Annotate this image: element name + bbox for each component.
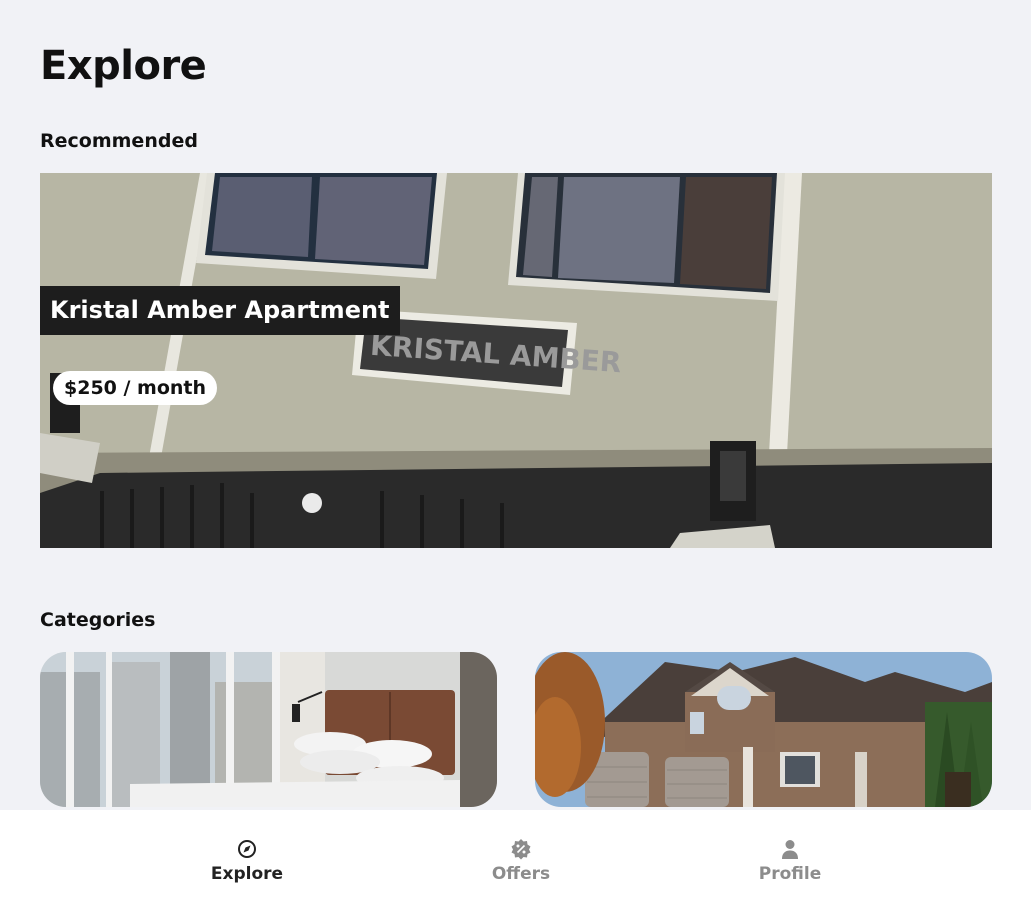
listing-title: Kristal Amber Apartment — [40, 286, 400, 335]
category-card-house[interactable] — [535, 652, 992, 807]
nav-label-profile: Profile — [758, 864, 822, 884]
nav-label-offers: Offers — [491, 864, 551, 884]
recommended-listing-card[interactable]: KRISTAL AMBER Kristal Amber Apartment $2… — [40, 173, 992, 548]
category-card-apartment[interactable] — [40, 652, 497, 807]
discount-badge-icon — [511, 839, 531, 860]
nav-item-offers[interactable]: Offers — [461, 838, 581, 884]
nav-item-profile[interactable]: Profile — [730, 838, 850, 884]
page-title: Explore — [40, 43, 207, 89]
nav-label-explore: Explore — [210, 864, 284, 884]
apartment-photo: KRISTAL AMBER — [40, 173, 992, 548]
person-icon — [782, 840, 798, 859]
categories-heading: Categories — [40, 609, 156, 631]
bottom-navigation: Explore Offers Profile — [0, 810, 1031, 915]
listing-price-badge: $250 / month — [53, 371, 218, 405]
recommended-heading: Recommended — [40, 130, 198, 152]
compass-icon — [238, 840, 256, 858]
house-photo — [535, 652, 992, 807]
bedroom-photo — [40, 652, 497, 807]
nav-item-explore[interactable]: Explore — [187, 838, 307, 884]
